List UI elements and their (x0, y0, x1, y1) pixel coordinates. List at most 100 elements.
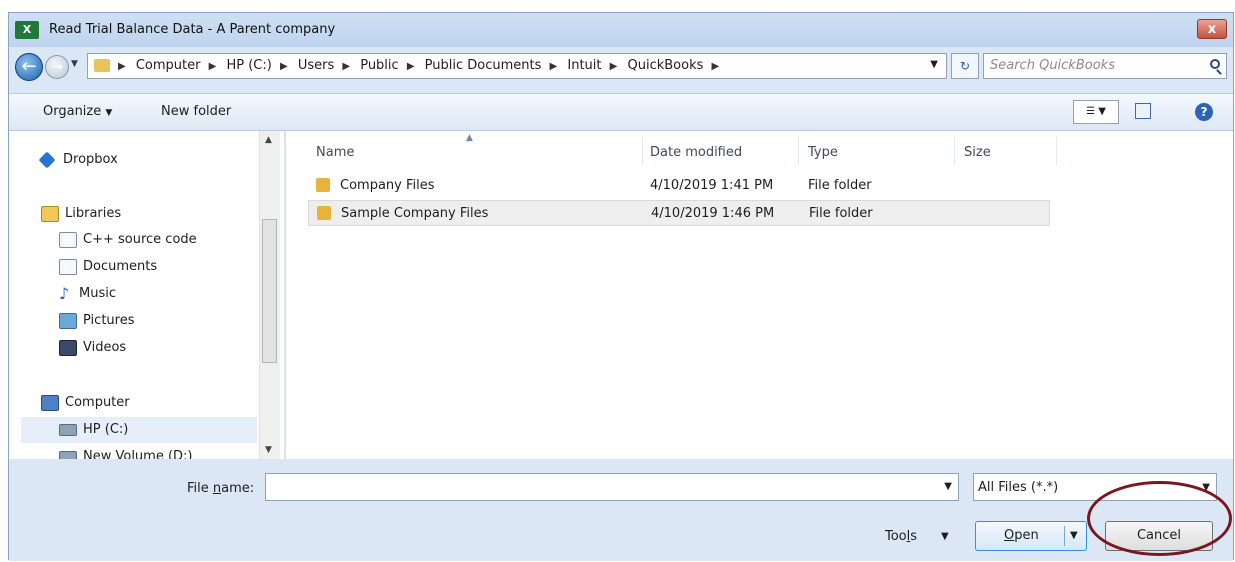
open-button[interactable]: Open ▼ (975, 521, 1087, 551)
new-folder-button[interactable]: New folder (161, 104, 231, 119)
column-header-type[interactable]: Type (808, 145, 838, 160)
breadcrumb-intuit[interactable]: Intuit (567, 58, 601, 73)
sidebar-item-music[interactable]: ♪ Music (59, 281, 116, 307)
file-date: 4/10/2019 1:46 PM (651, 206, 775, 221)
chevron-down-icon[interactable]: ▼ (944, 481, 952, 492)
address-bar[interactable]: ▶ Computer ▶ HP (C:) ▶ Users ▶ Public ▶ … (87, 53, 947, 79)
breadcrumb-computer[interactable]: Computer (136, 58, 201, 73)
folder-icon (94, 59, 110, 72)
breadcrumb-separator-icon[interactable]: ▶ (280, 61, 288, 72)
column-header-date-modified[interactable]: Date modified (650, 145, 742, 160)
breadcrumb-separator-icon[interactable]: ▶ (209, 61, 217, 72)
breadcrumb-separator-icon[interactable]: ▶ (342, 61, 350, 72)
file-name-input[interactable]: ▼ (265, 473, 959, 501)
file-row-sample-company-files[interactable]: Sample Company Files 4/10/2019 1:46 PM F… (308, 200, 1050, 226)
sidebar-item-computer[interactable]: Computer (41, 390, 130, 416)
tools-button[interactable]: Tools (885, 529, 917, 544)
sidebar-item-label: New Volume (D:) (83, 449, 193, 459)
nav-scrollbar[interactable]: ▲ ▼ (259, 131, 280, 459)
excel-icon: X (15, 21, 39, 39)
file-date: 4/10/2019 1:41 PM (650, 178, 774, 193)
breadcrumb-separator-icon[interactable]: ▶ (610, 61, 618, 72)
organize-button[interactable]: Organize ▼ (43, 104, 112, 119)
sidebar-item-label: Libraries (65, 206, 122, 221)
sidebar-item-label: Pictures (83, 313, 135, 328)
column-header-name[interactable]: Name (316, 145, 354, 160)
open-label: Open (1004, 528, 1039, 543)
breadcrumb-users[interactable]: Users (298, 58, 334, 73)
forward-button[interactable]: → (45, 55, 69, 79)
file-row-company-files[interactable]: Company Files 4/10/2019 1:41 PM File fol… (308, 173, 1050, 199)
address-dropdown-icon[interactable]: ▼ (930, 59, 938, 70)
file-name-label-suffix: ame: (221, 481, 255, 496)
command-bar: Organize ▼ New folder ☰ ▼ ? (9, 93, 1233, 131)
sidebar-item-documents[interactable]: Documents (59, 254, 157, 280)
sidebar-item-hp-c[interactable]: HP (C:) (21, 417, 257, 443)
sidebar-item-label: Music (79, 286, 116, 301)
search-input[interactable]: Search QuickBooks (983, 53, 1227, 79)
sidebar-item-label: Documents (83, 259, 158, 274)
column-divider (642, 137, 643, 165)
preview-pane-button[interactable] (1135, 103, 1151, 119)
sidebar-item-label: HP (C:) (83, 422, 129, 437)
sidebar-item-videos[interactable]: Videos (59, 335, 126, 361)
sort-ascending-icon: ▲ (466, 133, 473, 143)
column-header-size[interactable]: Size (964, 145, 991, 160)
change-view-button[interactable]: ☰ ▼ (1073, 100, 1119, 124)
breadcrumb-public-documents[interactable]: Public Documents (425, 58, 542, 73)
chevron-down-icon[interactable]: ▼ (941, 531, 949, 542)
file-name: Company Files (340, 178, 435, 193)
sidebar-item-label: Dropbox (63, 152, 118, 167)
drive-icon (59, 450, 77, 459)
details-view-icon: ☰ (1086, 106, 1096, 117)
file-list: ▲ Name Date modified Type Size Company F… (285, 131, 1233, 459)
column-divider (798, 137, 799, 165)
navigation-bar: ← → ▼ ▶ Computer ▶ HP (C:) ▶ Users ▶ Pub… (9, 47, 1233, 89)
breadcrumb-quickbooks[interactable]: QuickBooks (628, 58, 704, 73)
window-title: Read Trial Balance Data - A Parent compa… (49, 22, 336, 37)
breadcrumb-separator-icon[interactable]: ▶ (550, 61, 558, 72)
dialog-footer: File name: ▼ All Files (*.*) ▼ Tools ▼ O… (9, 459, 1233, 561)
scroll-up-icon[interactable]: ▲ (265, 135, 272, 145)
breadcrumb-public[interactable]: Public (360, 58, 398, 73)
search-icon[interactable] (1210, 59, 1220, 69)
breadcrumb-separator-icon[interactable]: ▶ (407, 61, 415, 72)
file-name: Sample Company Files (341, 206, 489, 221)
computer-icon (41, 394, 59, 411)
scroll-thumb[interactable] (262, 219, 277, 363)
chevron-down-icon[interactable]: ▼ (1070, 530, 1078, 541)
sidebar-item-dropbox[interactable]: Dropbox (38, 147, 118, 173)
chevron-down-icon: ▼ (105, 108, 113, 118)
chevron-down-icon: ▼ (1098, 106, 1106, 117)
sidebar-item-libraries[interactable]: Libraries (41, 201, 121, 227)
sidebar-item-label: Videos (83, 340, 127, 355)
sidebar-item-new-volume[interactable]: New Volume (D:) (59, 444, 193, 459)
dropbox-icon (38, 151, 56, 168)
file-name-label-prefix: File (187, 481, 213, 496)
title-bar: X Read Trial Balance Data - A Parent com… (9, 13, 1233, 47)
search-placeholder: Search QuickBooks (990, 58, 1115, 73)
scroll-down-icon[interactable]: ▼ (265, 445, 272, 455)
music-icon: ♪ (59, 283, 70, 303)
file-name-label: File name: (187, 481, 254, 496)
breadcrumb-separator-icon[interactable]: ▶ (118, 61, 126, 72)
back-button[interactable]: ← (15, 53, 43, 81)
breadcrumb-separator-icon[interactable]: ▶ (712, 61, 720, 72)
tools-label-suffix: s (910, 529, 918, 544)
open-label-rest: pen (1014, 528, 1039, 543)
sidebar-item-pictures[interactable]: Pictures (59, 308, 134, 334)
file-open-dialog: X Read Trial Balance Data - A Parent com… (8, 12, 1234, 561)
close-button[interactable]: x (1197, 19, 1227, 39)
recent-pages-dropdown[interactable]: ▼ (71, 59, 78, 69)
pictures-icon (59, 312, 77, 329)
help-icon[interactable]: ? (1195, 103, 1213, 121)
split-divider (1064, 526, 1065, 546)
breadcrumb: ▶ Computer ▶ HP (C:) ▶ Users ▶ Public ▶ … (118, 58, 725, 73)
refresh-button[interactable]: ↻ (951, 53, 979, 79)
file-type: File folder (808, 178, 872, 193)
tools-label-prefix: Too (885, 529, 907, 544)
breadcrumb-hp-c[interactable]: HP (C:) (226, 58, 271, 73)
sidebar-item-cpp-source-code[interactable]: C++ source code (59, 227, 197, 253)
column-divider (954, 137, 955, 165)
drive-icon (59, 423, 77, 436)
